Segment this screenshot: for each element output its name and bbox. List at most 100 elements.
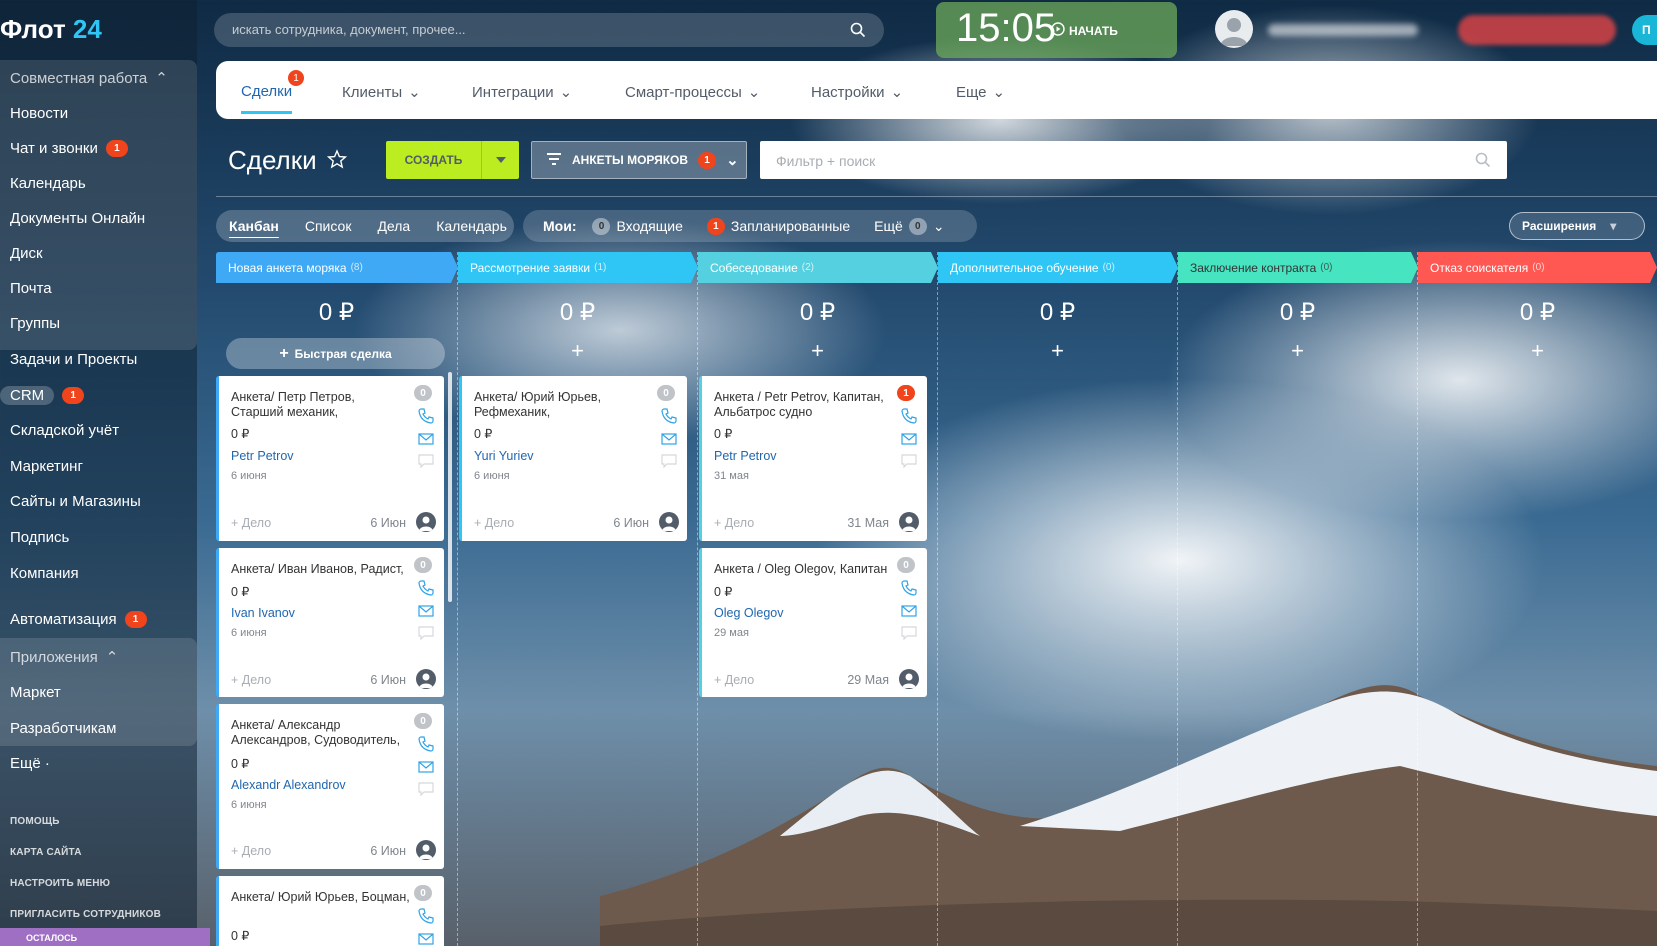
view-tasks[interactable]: Дела xyxy=(377,218,410,234)
phone-icon[interactable] xyxy=(418,908,434,929)
deal-title[interactable]: Анкета/ Иван Иванов, Радист, xyxy=(231,562,410,577)
sidebar-item-automation[interactable]: Автоматизация 1 xyxy=(10,608,147,630)
deal-title[interactable]: Анкета / Petr Petrov, Капитан, Альбатрос… xyxy=(714,390,893,420)
deal-title[interactable]: Анкета / Oleg Olegov, Капитан xyxy=(714,562,893,577)
extensions-button[interactable]: Расширения ▾ xyxy=(1509,212,1645,240)
add-activity-link[interactable]: + Дело xyxy=(231,516,271,530)
column-header[interactable]: Отказ соискателя (0) xyxy=(1418,252,1545,283)
deal-title[interactable]: Анкета/ Александр Александров, Судоводит… xyxy=(231,718,410,748)
deal-contact[interactable]: Oleg Olegov xyxy=(714,606,783,620)
tab-more[interactable]: Еще ⌄ xyxy=(956,83,1005,102)
column-header[interactable]: Новая анкета моряка (8) xyxy=(216,252,363,283)
start-day-button[interactable]: НАЧАТЬ xyxy=(1051,22,1118,39)
sidebar-item-devs[interactable]: Разработчикам xyxy=(10,717,116,739)
chat-icon[interactable] xyxy=(901,454,917,473)
deal-card[interactable]: Анкета / Petr Petrov, Капитан, Альбатрос… xyxy=(699,376,927,541)
sidebar-item-chat[interactable]: Чат и звонки 1 xyxy=(10,137,128,159)
star-icon[interactable] xyxy=(326,145,347,176)
planned-link[interactable]: Запланированные xyxy=(731,218,850,234)
more-counters-link[interactable]: Ещё xyxy=(874,218,903,234)
mail-icon[interactable] xyxy=(418,432,434,451)
user-icon[interactable] xyxy=(659,512,679,532)
add-deal-button[interactable]: + xyxy=(1178,338,1417,364)
search-icon[interactable] xyxy=(1475,152,1491,171)
phone-icon[interactable] xyxy=(901,580,917,601)
mail-icon[interactable] xyxy=(901,604,917,623)
tab-clients[interactable]: Клиенты ⌄ xyxy=(342,83,421,102)
sidebar-item-marketing[interactable]: Маркетинг xyxy=(10,455,83,477)
view-calendar[interactable]: Календарь xyxy=(436,218,507,234)
sidebar-item-tasks[interactable]: Задачи и Проекты xyxy=(10,348,137,370)
deal-contact[interactable]: Ivan Ivanov xyxy=(231,606,295,620)
tab-deals[interactable]: Сделки xyxy=(241,83,293,114)
column-header[interactable]: Рассмотрение заявки (1) xyxy=(458,252,606,283)
filter-search-input[interactable]: Фильтр + поиск xyxy=(760,141,1507,179)
quick-deal-button[interactable]: + Быстрая сделка xyxy=(226,338,445,369)
deal-card[interactable]: Анкета/ Александр Александров, Судоводит… xyxy=(216,704,444,869)
deal-card[interactable]: Анкета/ Иван Иванов, Радист, 0 0 ₽ Ivan … xyxy=(216,548,444,697)
invite-link[interactable]: ПРИГЛАСИТЬ СОТРУДНИКОВ xyxy=(10,909,161,920)
chat-icon[interactable] xyxy=(661,454,677,473)
phone-icon[interactable] xyxy=(418,580,434,601)
deal-card[interactable]: Анкета / Oleg Olegov, Капитан 0 0 ₽ Oleg… xyxy=(699,548,927,697)
user-icon[interactable] xyxy=(416,512,436,532)
global-search-input[interactable]: искать сотрудника, документ, прочее... xyxy=(214,13,884,47)
deal-contact[interactable]: Alexandr Alexandrov xyxy=(231,778,346,792)
sidebar-item-company[interactable]: Компания xyxy=(10,562,79,584)
add-activity-link[interactable]: + Дело xyxy=(714,673,754,687)
deal-contact[interactable]: Petr Petrov xyxy=(714,449,777,463)
add-deal-button[interactable]: + xyxy=(698,338,937,364)
logo[interactable]: Флот 24 xyxy=(0,14,102,45)
configure-menu-link[interactable]: НАСТРОИТЬ МЕНЮ xyxy=(10,878,110,889)
mail-icon[interactable] xyxy=(418,760,434,779)
incoming-link[interactable]: Входящие xyxy=(616,218,682,234)
user-name-blurred[interactable] xyxy=(1268,24,1418,36)
sidebar-item-market[interactable]: Маркет xyxy=(10,681,61,703)
phone-icon[interactable] xyxy=(661,408,677,429)
phone-icon[interactable] xyxy=(418,736,434,757)
mail-icon[interactable] xyxy=(901,432,917,451)
sidebar-item-mail[interactable]: Почта xyxy=(10,277,52,299)
view-list[interactable]: Список xyxy=(305,218,352,234)
sidebar-group-apps[interactable]: Приложения ⌃ xyxy=(10,646,118,668)
chat-icon[interactable] xyxy=(418,454,434,473)
add-activity-link[interactable]: + Дело xyxy=(714,516,754,530)
help-link[interactable]: ПОМОЩЬ xyxy=(10,816,60,827)
mail-icon[interactable] xyxy=(661,432,677,451)
sidebar-item-sign[interactable]: Подпись xyxy=(10,526,69,548)
chat-icon[interactable] xyxy=(418,782,434,801)
add-activity-link[interactable]: + Дело xyxy=(231,844,271,858)
trial-banner[interactable]: ОСТАЛОСЬ xyxy=(0,928,210,946)
account-button-blurred[interactable] xyxy=(1458,15,1616,45)
sidebar-item-groups[interactable]: Группы xyxy=(10,312,60,334)
deal-contact[interactable]: Petr Petrov xyxy=(231,449,294,463)
create-dropdown-button[interactable] xyxy=(481,141,519,179)
sidebar-item-more[interactable]: Ещё · xyxy=(10,752,50,774)
column-header[interactable]: Собеседование (2) xyxy=(698,252,814,283)
column-scrollbar[interactable] xyxy=(448,372,452,602)
sidebar-item-news[interactable]: Новости xyxy=(10,102,68,124)
user-icon[interactable] xyxy=(899,669,919,689)
chat-icon[interactable] xyxy=(901,626,917,645)
sidebar-item-stock[interactable]: Складской учёт xyxy=(10,419,119,441)
user-avatar[interactable] xyxy=(1215,10,1253,48)
sitemap-link[interactable]: КАРТА САЙТА xyxy=(10,847,82,858)
mail-icon[interactable] xyxy=(418,604,434,623)
view-kanban[interactable]: Канбан xyxy=(229,218,279,234)
sidebar-group-collab[interactable]: Совместная работа ⌃ xyxy=(10,67,168,89)
sidebar-item-disk[interactable]: Диск xyxy=(10,242,43,264)
sidebar-item-sites[interactable]: Сайты и Магазины xyxy=(10,490,141,512)
phone-icon[interactable] xyxy=(418,408,434,429)
column-header[interactable]: Дополнительное обучение (0) xyxy=(938,252,1115,283)
chat-icon[interactable] xyxy=(418,626,434,645)
tab-settings[interactable]: Настройки ⌄ xyxy=(811,83,903,102)
user-icon[interactable] xyxy=(899,512,919,532)
add-activity-link[interactable]: + Дело xyxy=(474,516,514,530)
create-button[interactable]: СОЗДАТЬ xyxy=(386,141,519,179)
tab-smart-processes[interactable]: Смарт-процессы ⌄ xyxy=(625,83,760,102)
user-icon[interactable] xyxy=(416,840,436,860)
user-icon[interactable] xyxy=(416,669,436,689)
category-selector[interactable]: АНКЕТЫ МОРЯКОВ 1 ⌄ xyxy=(531,141,747,179)
sidebar-item-crm[interactable]: CRM 1 xyxy=(0,384,85,406)
add-deal-button[interactable]: + xyxy=(938,338,1177,364)
